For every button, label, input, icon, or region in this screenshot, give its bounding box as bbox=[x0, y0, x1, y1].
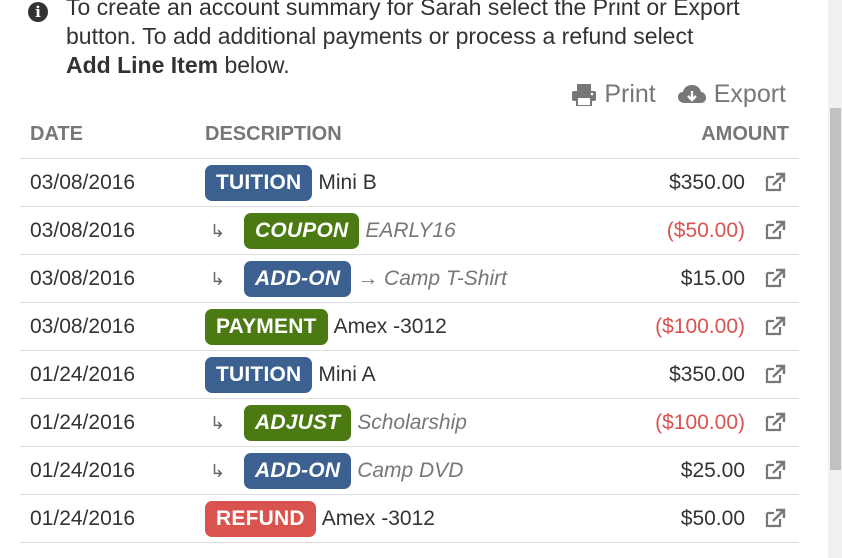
sub-arrow-icon: ↳ bbox=[210, 412, 226, 433]
table-body: 03/08/2016 TUITION Mini B $350.00 03/08/2016… bbox=[20, 159, 799, 543]
row-description: ↳ ADJUST Scholarship bbox=[210, 405, 467, 441]
info-add-line-item: Add Line Item bbox=[66, 52, 219, 78]
row-date: 01/24/2016 bbox=[30, 411, 136, 434]
external-link-icon[interactable] bbox=[764, 316, 786, 342]
print-button[interactable]: Print bbox=[572, 80, 656, 109]
table-row: 01/24/2016 TUITION Mini A $350.00 bbox=[20, 351, 799, 399]
type-badge: ADD-ON bbox=[244, 453, 352, 489]
print-label: Print bbox=[604, 80, 656, 108]
row-amount: ($100.00) bbox=[655, 315, 745, 338]
row-description: ↳ ADD-ON → Camp T-Shirt bbox=[210, 261, 507, 297]
row-date: 03/08/2016 bbox=[30, 267, 136, 290]
row-date: 03/08/2016 bbox=[30, 171, 136, 194]
row-date: 01/24/2016 bbox=[30, 459, 136, 482]
external-link-icon[interactable] bbox=[764, 172, 786, 198]
cloud-download-icon bbox=[677, 84, 706, 106]
row-amount: $15.00 bbox=[680, 267, 745, 290]
external-link-icon[interactable] bbox=[764, 460, 786, 486]
type-badge: ADD-ON bbox=[244, 261, 352, 297]
export-button[interactable]: Export bbox=[677, 80, 786, 109]
export-label: Export bbox=[713, 80, 786, 108]
row-detail: Mini B bbox=[318, 171, 377, 194]
row-amount: $350.00 bbox=[669, 363, 745, 386]
type-badge: ADJUST bbox=[244, 405, 352, 441]
type-badge: COUPON bbox=[244, 213, 360, 249]
external-link-icon[interactable] bbox=[764, 268, 786, 294]
table-row: 03/08/2016 PAYMENT Amex -3012 ($100.00) bbox=[20, 303, 799, 351]
info-icon: i bbox=[28, 2, 48, 22]
info-tail: below. bbox=[218, 52, 290, 78]
table-header: DATE DESCRIPTION AMOUNT bbox=[20, 110, 799, 159]
header-date: DATE bbox=[30, 123, 83, 145]
table-row: 03/08/2016 ↳ COUPON EARLY16 ($50.00) bbox=[20, 207, 799, 255]
row-amount: $25.00 bbox=[680, 459, 745, 482]
type-badge: REFUND bbox=[205, 501, 316, 537]
row-description: TUITION Mini A bbox=[205, 357, 376, 393]
row-date: 01/24/2016 bbox=[30, 363, 136, 386]
row-detail: Scholarship bbox=[357, 411, 467, 434]
type-badge: TUITION bbox=[205, 357, 313, 393]
row-detail: Amex -3012 bbox=[321, 507, 435, 530]
external-link-icon[interactable] bbox=[764, 220, 786, 246]
sub-arrow-icon: ↳ bbox=[210, 220, 226, 241]
info-text: To create an account summary for Sarah s… bbox=[66, 0, 826, 80]
table-row: 01/24/2016 ↳ ADD-ON Camp DVD $25.00 bbox=[20, 447, 799, 495]
info-line-1: To create an account summary for Sarah s… bbox=[66, 0, 740, 20]
table-row: 03/08/2016 ↳ ADD-ON → Camp T-Shirt $15.00 bbox=[20, 255, 799, 303]
table-row: 01/24/2016 ↳ ADJUST Scholarship ($100.00) bbox=[20, 399, 799, 447]
row-description: REFUND Amex -3012 bbox=[205, 501, 435, 537]
row-detail: Amex -3012 bbox=[333, 315, 447, 338]
external-link-icon[interactable] bbox=[764, 364, 786, 390]
row-detail: → Camp T-Shirt bbox=[357, 267, 507, 290]
row-detail: Mini A bbox=[318, 363, 376, 386]
row-amount: ($50.00) bbox=[666, 219, 745, 242]
transactions-table: DATE DESCRIPTION AMOUNT 03/08/2016 TUITIO… bbox=[20, 110, 799, 543]
row-description: PAYMENT Amex -3012 bbox=[205, 309, 447, 345]
toolbar-actions: Print Export bbox=[572, 80, 786, 109]
row-description: ↳ ADD-ON Camp DVD bbox=[210, 453, 463, 489]
table-row: 01/24/2016 REFUND Amex -3012 $50.00 bbox=[20, 495, 799, 543]
row-amount: $350.00 bbox=[669, 171, 745, 194]
scrollbar-thumb[interactable] bbox=[830, 108, 841, 470]
type-badge: TUITION bbox=[205, 165, 313, 201]
row-date: 03/08/2016 bbox=[30, 219, 136, 242]
table-row: 03/08/2016 TUITION Mini B $350.00 bbox=[20, 159, 799, 207]
row-date: 01/24/2016 bbox=[30, 507, 136, 530]
row-description: ↳ COUPON EARLY16 bbox=[210, 213, 456, 249]
header-amount: AMOUNT bbox=[701, 123, 789, 145]
sub-arrow-icon: ↳ bbox=[210, 268, 226, 289]
row-amount: $50.00 bbox=[680, 507, 745, 530]
printer-icon bbox=[572, 83, 597, 106]
row-description: TUITION Mini B bbox=[205, 165, 377, 201]
type-badge: PAYMENT bbox=[205, 309, 328, 345]
header-description: DESCRIPTION bbox=[205, 123, 342, 145]
external-link-icon[interactable] bbox=[764, 412, 786, 438]
row-date: 03/08/2016 bbox=[30, 315, 136, 338]
row-amount: ($100.00) bbox=[655, 411, 745, 434]
external-link-icon[interactable] bbox=[764, 508, 786, 534]
info-line-2: button. To add additional payments or pr… bbox=[66, 23, 694, 49]
sub-arrow-icon: ↳ bbox=[210, 460, 226, 481]
row-detail: Camp DVD bbox=[357, 459, 464, 482]
row-detail: EARLY16 bbox=[365, 219, 456, 242]
